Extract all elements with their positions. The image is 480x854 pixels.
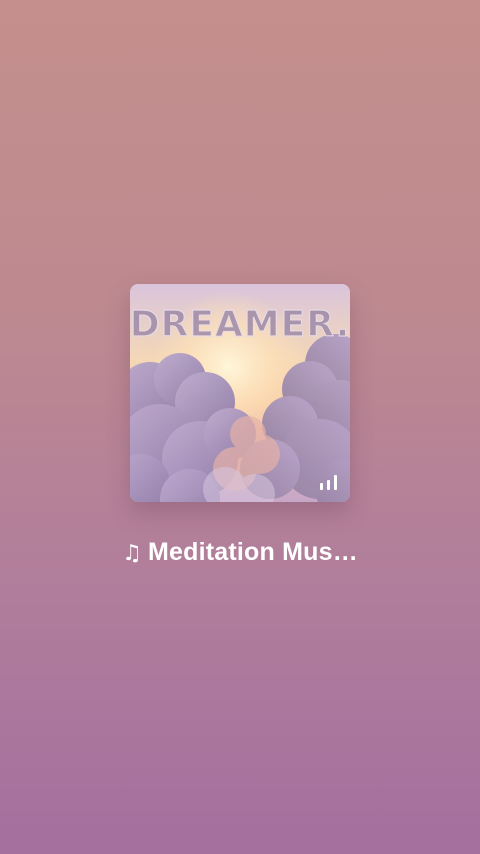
media-player-screen: DREAMER. ♫ Meditation Mus… — [0, 0, 480, 854]
track-title-row[interactable]: ♫ Meditation Mus… — [0, 538, 480, 567]
equalizer-bars-icon — [320, 474, 338, 490]
svg-text:DREAMER.: DREAMER. — [130, 304, 350, 345]
track-title: Meditation Mus… — [148, 538, 358, 566]
music-note-icon: ♫ — [122, 541, 142, 566]
cloud-sky-artwork: DREAMER. — [130, 284, 350, 502]
album-artwork[interactable]: DREAMER. — [130, 284, 350, 502]
